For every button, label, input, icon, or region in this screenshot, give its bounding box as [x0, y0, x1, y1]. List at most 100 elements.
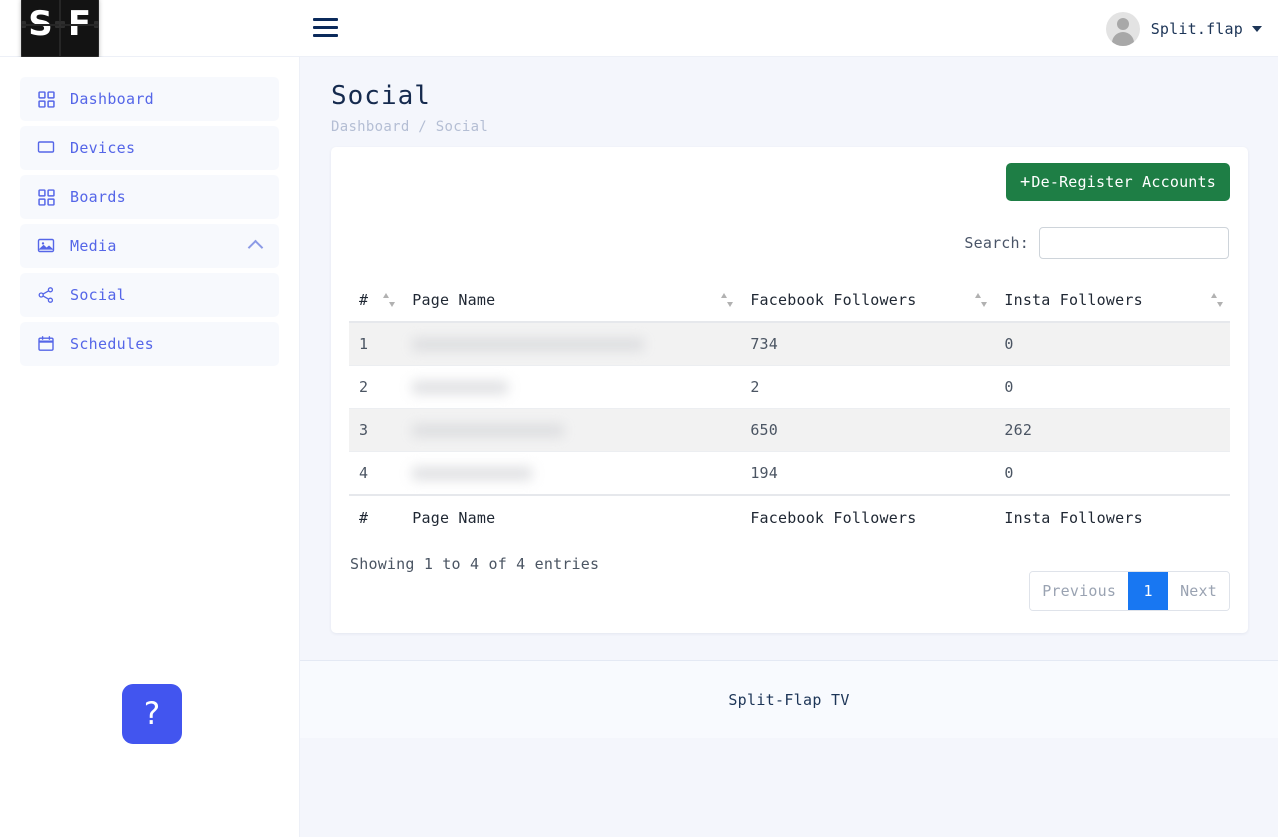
cell-index: 3	[349, 408, 403, 452]
table-footer-area: Showing 1 to 4 of 4 entries Previous 1 N…	[349, 555, 1230, 611]
footer-column-facebook-followers: Facebook Followers	[740, 494, 995, 539]
table-body: 1 734 0 2 2 0 3 650 262 4 194 0	[349, 322, 1230, 496]
top-bar: S F Split.flap	[0, 0, 1278, 64]
table-footer-row: # Page Name Facebook Followers Insta Fol…	[349, 494, 1230, 539]
search-row: Search:	[349, 227, 1230, 259]
sort-icon[interactable]	[975, 293, 988, 307]
sidebar-item-label: Social	[70, 286, 126, 304]
table-head: # Page Name Facebook Followers Insta Fol…	[349, 279, 1230, 323]
logo-flap-left: S	[21, 0, 60, 56]
footer-column-index: #	[349, 494, 403, 539]
social-accounts-table: # Page Name Facebook Followers Insta Fol…	[349, 279, 1230, 539]
plus-icon: +	[1019, 171, 1031, 192]
app-root: S F Split.flap Dashboard Devices Boards …	[0, 0, 1278, 837]
column-header-insta-followers[interactable]: Insta Followers	[994, 279, 1230, 323]
footer-column-insta-followers: Insta Followers	[994, 494, 1230, 539]
sort-icon[interactable]	[1211, 293, 1223, 307]
site-footer-text: Split-Flap TV	[728, 690, 850, 709]
sidebar-item-label: Schedules	[70, 335, 154, 353]
question-mark-icon: ?	[143, 696, 161, 732]
de-register-accounts-label: De-Register Accounts	[1031, 173, 1216, 191]
column-header-index-label: #	[359, 291, 369, 309]
logo-hinge-icon	[60, 21, 65, 28]
logo-hinge-icon	[21, 21, 26, 28]
sidebar-item-boards[interactable]: Boards	[20, 175, 279, 219]
user-name: Split.flap	[1150, 20, 1243, 38]
pagination-page-1[interactable]: 1	[1128, 572, 1169, 610]
card-toolbar: + De-Register Accounts	[349, 163, 1230, 201]
hamburger-icon[interactable]	[313, 14, 340, 41]
table-header-row: # Page Name Facebook Followers Insta Fol…	[349, 279, 1230, 323]
search-label: Search:	[964, 234, 1029, 252]
cell-index: 4	[349, 451, 403, 496]
search-input[interactable]	[1039, 227, 1229, 259]
cell-index: 2	[349, 365, 403, 409]
column-header-page-name-label: Page Name	[412, 291, 496, 309]
column-header-page-name[interactable]: Page Name	[402, 279, 741, 323]
cell-insta-followers: 0	[994, 322, 1230, 366]
grid-icon	[36, 187, 56, 207]
pagination-next[interactable]: Next	[1168, 572, 1229, 610]
sort-icon[interactable]	[721, 293, 734, 307]
grid-icon	[36, 89, 56, 109]
calendar-icon	[36, 334, 56, 354]
site-footer: Split-Flap TV	[300, 660, 1278, 738]
page-title: Social	[331, 81, 431, 111]
entries-info: Showing 1 to 4 of 4 entries	[350, 555, 600, 573]
sidebar-item-label: Media	[70, 237, 117, 255]
logo-hinge-icon	[94, 21, 99, 28]
sidebar-item-schedules[interactable]: Schedules	[20, 322, 279, 366]
help-button[interactable]: ?	[122, 684, 182, 744]
redacted-page-name	[412, 338, 645, 351]
column-header-index[interactable]: #	[349, 279, 403, 323]
column-header-facebook-followers-label: Facebook Followers	[750, 291, 917, 309]
sidebar-item-label: Devices	[70, 139, 136, 157]
pagination-previous[interactable]: Previous	[1030, 572, 1129, 610]
main-content: Social Dashboard / Social + De-Register …	[300, 57, 1278, 837]
cell-facebook-followers: 2	[740, 365, 995, 409]
image-icon	[36, 236, 56, 256]
chevron-up-icon[interactable]	[247, 239, 264, 256]
cell-facebook-followers: 650	[740, 408, 995, 452]
breadcrumb: Dashboard / Social	[331, 119, 489, 136]
logo-letter-f: F	[67, 4, 92, 44]
cell-page-name	[402, 365, 741, 409]
social-accounts-card: + De-Register Accounts Search: # Page Na…	[331, 147, 1248, 633]
chevron-down-icon[interactable]	[1252, 26, 1262, 32]
de-register-accounts-button[interactable]: + De-Register Accounts	[1005, 163, 1230, 201]
app-logo[interactable]: S F	[21, 0, 99, 64]
table-row[interactable]: 4 194 0	[349, 451, 1230, 496]
sidebar-item-dashboard[interactable]: Dashboard	[20, 77, 279, 121]
cell-insta-followers: 0	[994, 365, 1230, 409]
cell-page-name	[402, 408, 741, 452]
sidebar-item-social[interactable]: Social	[20, 273, 279, 317]
table-foot: # Page Name Facebook Followers Insta Fol…	[349, 494, 1230, 539]
pagination: Previous 1 Next	[1029, 571, 1230, 611]
redacted-page-name	[412, 381, 509, 394]
share-icon	[36, 285, 56, 305]
footer-column-page-name: Page Name	[402, 494, 741, 539]
logo-letter-s: S	[28, 4, 53, 44]
monitor-icon	[36, 138, 56, 158]
user-menu[interactable]: Split.flap	[1105, 12, 1262, 46]
table-row[interactable]: 3 650 262	[349, 408, 1230, 452]
sidebar-item-label: Boards	[70, 188, 126, 206]
table-row[interactable]: 2 2 0	[349, 365, 1230, 409]
page-header: Social Dashboard / Social	[300, 57, 1278, 135]
cell-facebook-followers: 734	[740, 322, 995, 366]
hamburger-bar	[313, 34, 338, 37]
sidebar-item-media[interactable]: Media	[20, 224, 279, 268]
sidebar-item-label: Dashboard	[70, 90, 154, 108]
cell-index: 1	[349, 322, 403, 366]
column-header-insta-followers-label: Insta Followers	[1004, 291, 1143, 309]
table-row[interactable]: 1 734 0	[349, 322, 1230, 366]
cell-insta-followers: 0	[994, 451, 1230, 496]
logo-flap-right: F	[60, 0, 99, 56]
sort-icon[interactable]	[383, 293, 396, 307]
cell-page-name	[402, 322, 741, 366]
column-header-facebook-followers[interactable]: Facebook Followers	[740, 279, 995, 323]
hamburger-bar	[313, 26, 338, 29]
sidebar-item-devices[interactable]: Devices	[20, 126, 279, 170]
avatar	[1105, 12, 1140, 46]
cell-page-name	[402, 451, 741, 496]
